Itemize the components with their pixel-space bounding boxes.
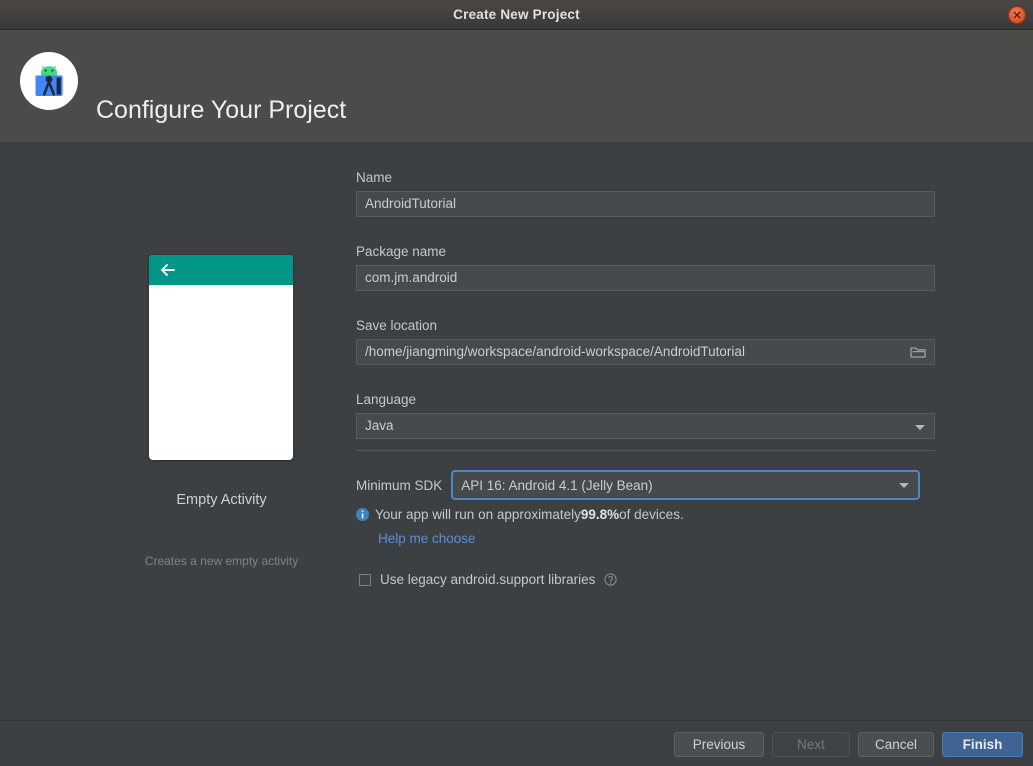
legacy-libraries-label: Use legacy android.support libraries xyxy=(380,572,596,587)
dialog-body: Empty Activity Creates a new empty activ… xyxy=(0,142,1033,720)
save-location-input-value: /home/jiangming/workspace/android-worksp… xyxy=(365,344,745,359)
language-label: Language xyxy=(356,392,417,407)
previous-button[interactable]: Previous xyxy=(674,732,764,757)
legacy-libraries-row[interactable]: Use legacy android.support libraries xyxy=(359,572,617,587)
chevron-down-icon xyxy=(899,483,910,488)
close-x-glyph xyxy=(1013,11,1021,19)
folder-glyph xyxy=(910,346,926,358)
form-divider xyxy=(356,450,935,451)
android-studio-logo-icon xyxy=(20,52,78,110)
field-group-name: Name AndroidTutorial xyxy=(356,171,935,217)
dialog-header: Configure Your Project xyxy=(0,30,1033,142)
question-mark-glyph xyxy=(604,573,617,586)
page-title: Configure Your Project xyxy=(96,96,347,124)
sdk-note-suffix: of devices. xyxy=(619,507,684,522)
create-new-project-dialog: Create New Project Configure Your Projec… xyxy=(0,0,1033,766)
close-icon[interactable] xyxy=(1008,6,1026,24)
info-icon xyxy=(356,508,369,521)
save-location-label: Save location xyxy=(356,318,438,333)
field-group-language: Language Java xyxy=(356,393,935,439)
window-title: Create New Project xyxy=(453,7,580,22)
window-titlebar: Create New Project xyxy=(0,0,1033,30)
finish-button[interactable]: Finish xyxy=(942,732,1023,757)
sdk-note-prefix: Your app will run on approximately xyxy=(375,507,581,522)
help-me-choose-link[interactable]: Help me choose xyxy=(378,531,476,546)
question-mark-icon[interactable] xyxy=(604,573,617,586)
activity-template-preview xyxy=(149,255,293,460)
chevron-down-icon xyxy=(915,424,925,430)
android-studio-logo-glyph xyxy=(20,52,78,110)
name-input[interactable]: AndroidTutorial xyxy=(356,190,935,217)
next-button: Next xyxy=(772,732,850,757)
name-input-value: AndroidTutorial xyxy=(365,196,457,211)
dialog-footer: Previous Next Cancel Finish xyxy=(0,720,1033,766)
language-select[interactable]: Java xyxy=(356,412,935,439)
minimum-sdk-select[interactable]: API 16: Android 4.1 (Jelly Bean) xyxy=(451,470,921,500)
minimum-sdk-select-value: API 16: Android 4.1 (Jelly Bean) xyxy=(461,477,653,493)
field-group-save-location: Save location /home/jiangming/workspace/… xyxy=(356,319,935,365)
preview-appbar xyxy=(149,255,293,285)
template-description: Creates a new empty activity xyxy=(144,554,299,568)
save-location-input[interactable]: /home/jiangming/workspace/android-worksp… xyxy=(356,338,935,365)
back-arrow-glyph xyxy=(161,264,175,276)
name-label: Name xyxy=(356,170,393,185)
legacy-libraries-checkbox[interactable] xyxy=(359,573,371,586)
back-arrow-icon xyxy=(159,262,177,283)
minimum-sdk-label: Minimum SDK xyxy=(356,477,443,493)
language-select-value: Java xyxy=(365,418,394,433)
field-group-minimum-sdk: Minimum SDK API 16: Android 4.1 (Jelly B… xyxy=(356,470,921,500)
field-group-package-name: Package name com.jm.android xyxy=(356,245,935,291)
package-name-label: Package name xyxy=(356,244,447,259)
sdk-note-percent: 99.8% xyxy=(580,507,620,522)
sdk-coverage-note: Your app will run on approximately 99.8%… xyxy=(356,507,684,522)
folder-icon[interactable] xyxy=(910,345,926,362)
info-glyph xyxy=(356,508,369,521)
cancel-button[interactable]: Cancel xyxy=(858,732,934,757)
package-name-input[interactable]: com.jm.android xyxy=(356,264,935,291)
package-name-input-value: com.jm.android xyxy=(365,270,458,285)
